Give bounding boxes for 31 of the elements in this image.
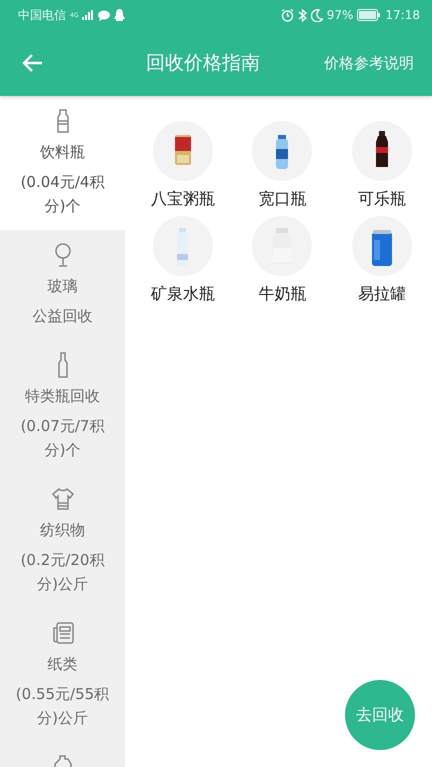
- category-name: 特类瓶回收: [25, 386, 100, 407]
- category-name: 饮料瓶: [40, 142, 85, 163]
- product-label[interactable]: 可乐瓶: [358, 189, 406, 210]
- signal-icon: [82, 10, 94, 20]
- category-name: 纸类: [48, 654, 78, 675]
- category-price: 公益回收: [32, 306, 92, 327]
- product-label[interactable]: 矿泉水瓶: [150, 284, 215, 305]
- category-price: (0.55元/55积分)公斤: [14, 684, 110, 729]
- product-label[interactable]: 宽口瓶: [258, 189, 306, 210]
- page-title: 回收价格指南: [146, 51, 261, 76]
- alarm-icon: [280, 8, 294, 22]
- category-price: (0.07元/7积分)个: [20, 416, 106, 461]
- newspaper-icon: [50, 620, 74, 646]
- bluetooth-icon: [298, 8, 307, 22]
- shirt-icon: [50, 486, 74, 512]
- category-name: 纺织物: [40, 520, 85, 541]
- category-name: 玻璃: [48, 276, 78, 297]
- penguin-icon: [114, 9, 126, 21]
- clock-time: 17:18: [385, 8, 420, 22]
- moon-icon: [310, 8, 323, 22]
- chat-icon: [98, 10, 110, 20]
- battery-icon: [357, 9, 382, 21]
- category-item[interactable]: 饮料瓶 (0.04元/4积分)个: [0, 96, 125, 230]
- product-label[interactable]: 易拉罐: [358, 284, 406, 305]
- carrier-name: 中国电信: [18, 6, 66, 24]
- category-price: (0.04元/4积分)个: [20, 172, 106, 217]
- product-label[interactable]: 牛奶瓶: [258, 284, 306, 305]
- back-button[interactable]: [22, 53, 44, 73]
- category-price: (0.2元/20积分)公斤: [20, 550, 106, 595]
- battery-percent: 97%: [326, 8, 354, 22]
- product-label[interactable]: 八宝粥瓶: [150, 189, 215, 210]
